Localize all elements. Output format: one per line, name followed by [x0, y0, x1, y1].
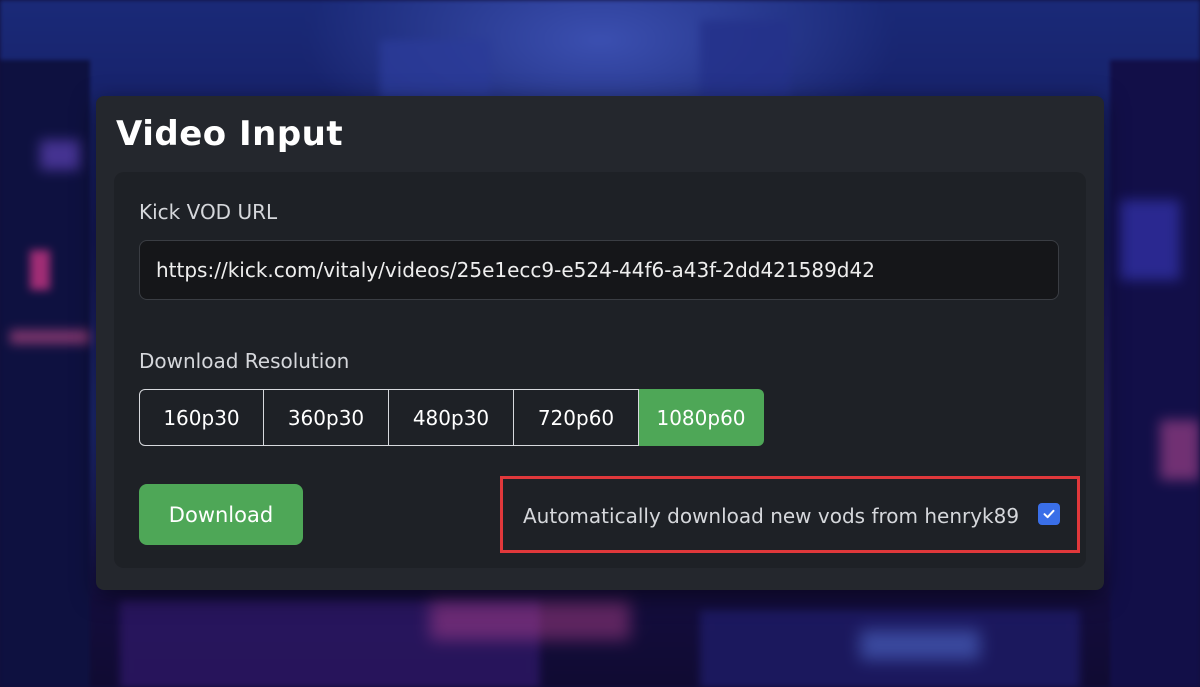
vod-url-input[interactable]	[139, 240, 1059, 300]
auto-download-label: Automatically download new vods from hen…	[523, 504, 1020, 528]
url-field-label: Kick VOD URL	[139, 200, 278, 224]
checkmark-icon	[1043, 509, 1055, 519]
resolution-button-group: 160p30 360p30 480p30 720p60 1080p60	[139, 389, 764, 446]
video-input-form: Kick VOD URL Download Resolution 160p30 …	[114, 172, 1086, 568]
resolution-label: Download Resolution	[139, 349, 350, 373]
resolution-option-480p30[interactable]: 480p30	[389, 389, 514, 446]
auto-download-checkbox[interactable]	[1038, 503, 1060, 525]
resolution-option-360p30[interactable]: 360p30	[264, 389, 389, 446]
auto-download-highlight: Automatically download new vods from hen…	[500, 476, 1080, 553]
resolution-option-720p60[interactable]: 720p60	[514, 389, 639, 446]
panel-title: Video Input	[116, 114, 344, 154]
video-input-panel: Video Input Kick VOD URL Download Resolu…	[96, 96, 1104, 590]
resolution-option-160p30[interactable]: 160p30	[139, 389, 264, 446]
resolution-option-1080p60[interactable]: 1080p60	[639, 389, 764, 446]
download-button[interactable]: Download	[139, 484, 303, 545]
